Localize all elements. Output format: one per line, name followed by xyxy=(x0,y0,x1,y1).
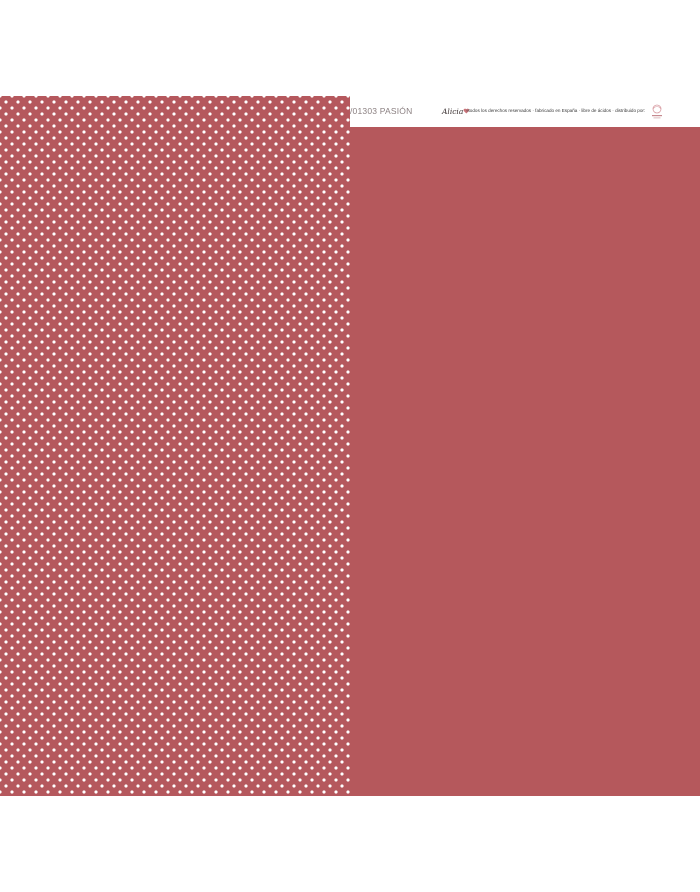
distributor-logo-icon xyxy=(652,104,662,119)
polka-dot-paper xyxy=(0,96,350,796)
solid-paper xyxy=(350,127,700,796)
reference-code: /01303 PASIÓN xyxy=(350,106,413,116)
brand-name: Alicia xyxy=(442,106,464,116)
legal-text: ≈todos los derechos reservados · fabrica… xyxy=(466,108,646,113)
info-strip: /01303 PASIÓN Alicia ≈todos los derechos… xyxy=(350,96,700,127)
